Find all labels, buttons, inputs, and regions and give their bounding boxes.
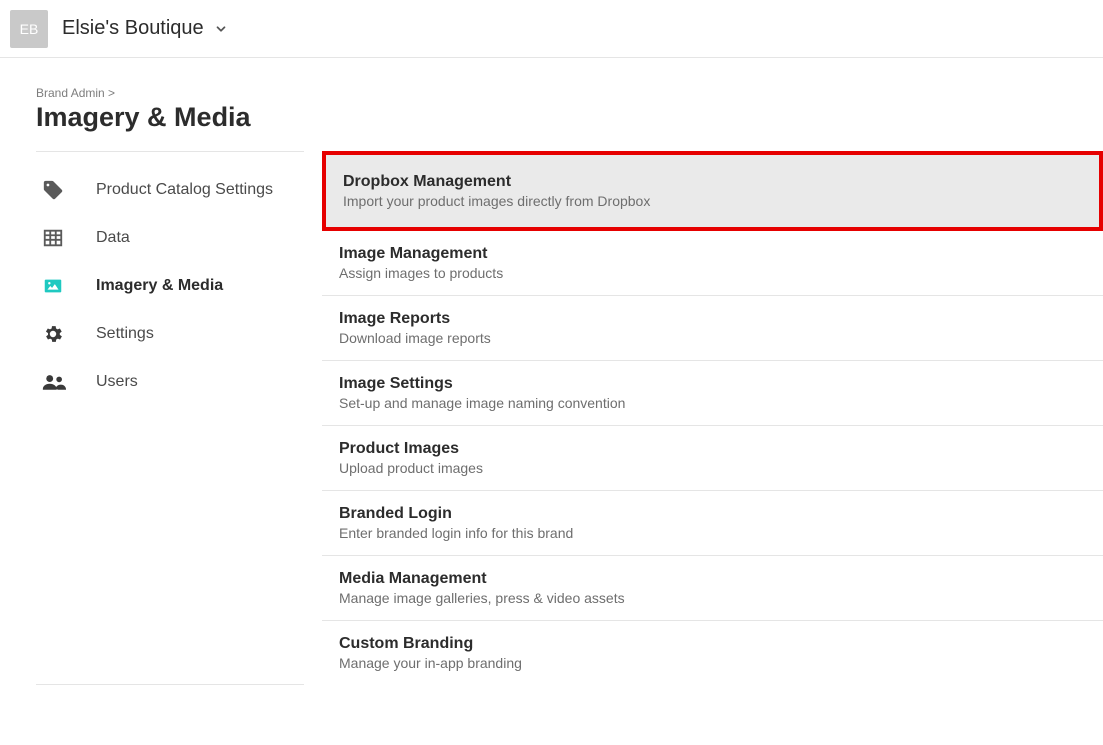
sidebar-item-label: Settings: [96, 325, 154, 343]
list-item-desc: Manage image galleries, press & video as…: [339, 590, 1103, 606]
layout: Product Catalog Settings Data Imagery & …: [36, 151, 1103, 685]
main-list: Dropbox Management Import your product i…: [304, 151, 1103, 685]
list-item-custom-branding[interactable]: Custom Branding Manage your in-app brand…: [322, 621, 1103, 685]
grid-icon: [36, 227, 96, 249]
users-icon: [36, 371, 96, 393]
list-item-desc: Import your product images directly from…: [343, 193, 1099, 209]
brand-name[interactable]: Elsie's Boutique: [62, 17, 204, 40]
content-area: Brand Admin > Imagery & Media Product Ca…: [0, 58, 1103, 685]
list-item-desc: Enter branded login info for this brand: [339, 525, 1103, 541]
sidebar-item-users[interactable]: Users: [36, 358, 304, 406]
sidebar-item-imagery-media[interactable]: Imagery & Media: [36, 262, 304, 310]
list-item-title: Image Reports: [339, 310, 1103, 328]
list-item-desc: Set-up and manage image naming conventio…: [339, 395, 1103, 411]
list-item-title: Product Images: [339, 440, 1103, 458]
topbar: EB Elsie's Boutique: [0, 0, 1103, 58]
page-title: Imagery & Media: [36, 102, 1103, 133]
list-item-title: Media Management: [339, 570, 1103, 588]
sidebar-item-label: Data: [96, 229, 130, 247]
list-item-desc: Assign images to products: [339, 265, 1103, 281]
list-item-branded-login[interactable]: Branded Login Enter branded login info f…: [322, 491, 1103, 556]
sidebar-item-label: Product Catalog Settings: [96, 181, 273, 199]
chevron-down-icon[interactable]: [214, 22, 228, 36]
list-item-desc: Manage your in-app branding: [339, 655, 1103, 671]
list-item-product-images[interactable]: Product Images Upload product images: [322, 426, 1103, 491]
list-item-image-management[interactable]: Image Management Assign images to produc…: [322, 231, 1103, 296]
gear-icon: [36, 323, 96, 345]
tag-icon: [36, 179, 96, 201]
sidebar-item-product-catalog[interactable]: Product Catalog Settings: [36, 166, 304, 214]
sidebar-item-settings[interactable]: Settings: [36, 310, 304, 358]
breadcrumb[interactable]: Brand Admin >: [36, 86, 1103, 100]
list-item-title: Dropbox Management: [343, 173, 1099, 191]
sidebar-item-label: Imagery & Media: [96, 277, 223, 295]
list-item-image-reports[interactable]: Image Reports Download image reports: [322, 296, 1103, 361]
list-item-title: Image Settings: [339, 375, 1103, 393]
list-item-dropbox-management[interactable]: Dropbox Management Import your product i…: [322, 151, 1103, 231]
brand-badge: EB: [10, 10, 48, 48]
list-item-title: Branded Login: [339, 505, 1103, 523]
list-item-desc: Upload product images: [339, 460, 1103, 476]
list-item-title: Custom Branding: [339, 635, 1103, 653]
list-item-media-management[interactable]: Media Management Manage image galleries,…: [322, 556, 1103, 621]
image-icon: [36, 275, 96, 297]
sidebar: Product Catalog Settings Data Imagery & …: [36, 151, 304, 685]
list-item-title: Image Management: [339, 245, 1103, 263]
sidebar-item-data[interactable]: Data: [36, 214, 304, 262]
sidebar-item-label: Users: [96, 373, 138, 391]
list-item-desc: Download image reports: [339, 330, 1103, 346]
list-item-image-settings[interactable]: Image Settings Set-up and manage image n…: [322, 361, 1103, 426]
